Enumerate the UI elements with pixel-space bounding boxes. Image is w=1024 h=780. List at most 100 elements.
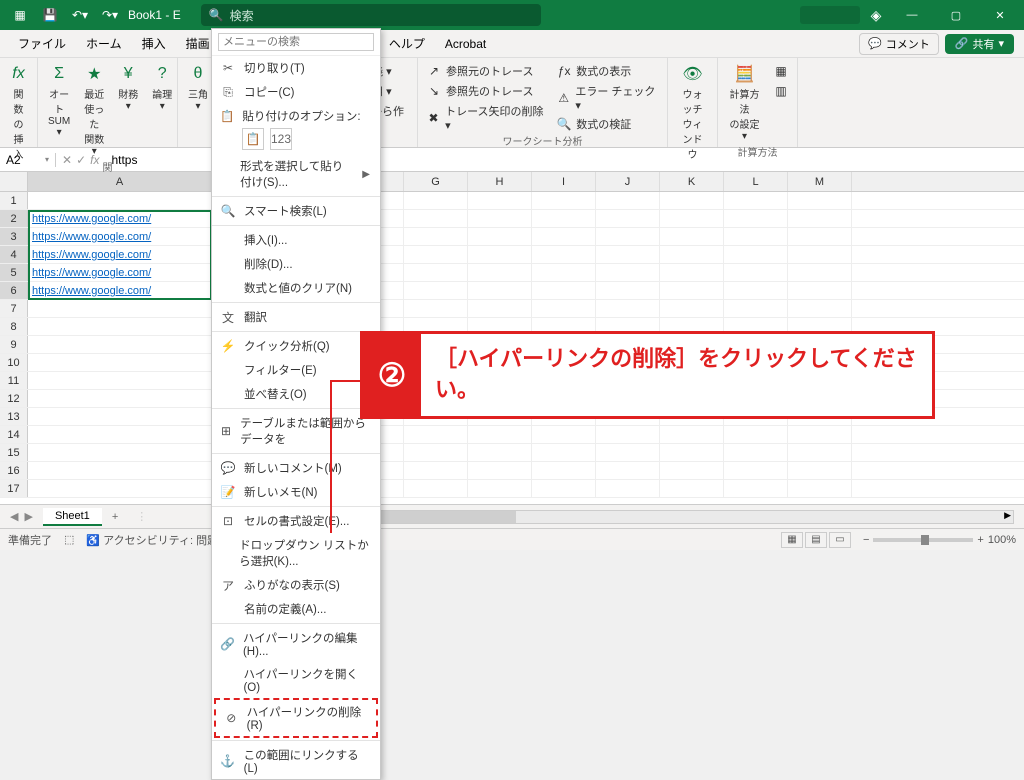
- sheet-tab[interactable]: Sheet1: [43, 508, 102, 526]
- hyperlink[interactable]: https://www.google.com/: [32, 231, 151, 243]
- cell-A11[interactable]: [28, 372, 212, 389]
- cell-A6[interactable]: https://www.google.com/: [28, 282, 212, 299]
- cell[interactable]: [404, 462, 468, 479]
- trace-dependents-button[interactable]: ↘参照先のトレース: [424, 82, 548, 100]
- cell-A7[interactable]: [28, 300, 212, 317]
- cell[interactable]: [788, 300, 852, 317]
- row-header-8[interactable]: 8: [0, 318, 28, 335]
- search-box[interactable]: 🔍 検索: [201, 4, 541, 26]
- maximize-button[interactable]: ▢: [936, 0, 976, 30]
- cell[interactable]: [404, 444, 468, 461]
- cell[interactable]: [596, 192, 660, 209]
- cell-A3[interactable]: https://www.google.com/: [28, 228, 212, 245]
- cell[interactable]: [596, 264, 660, 281]
- row-header-5[interactable]: 5: [0, 264, 28, 281]
- cell[interactable]: [404, 282, 468, 299]
- tab-help[interactable]: ヘルプ: [379, 30, 435, 57]
- minimize-button[interactable]: —: [892, 0, 932, 30]
- cell[interactable]: [468, 246, 532, 263]
- cell[interactable]: [404, 192, 468, 209]
- cell[interactable]: [660, 264, 724, 281]
- cell[interactable]: [724, 264, 788, 281]
- financial-button[interactable]: ¥財務 ▾: [114, 62, 142, 159]
- cell[interactable]: [660, 444, 724, 461]
- cell-A16[interactable]: [28, 462, 212, 479]
- cell[interactable]: [468, 282, 532, 299]
- cell[interactable]: [724, 300, 788, 317]
- scroll-right-icon[interactable]: ▶: [1004, 510, 1011, 521]
- cell[interactable]: [404, 300, 468, 317]
- cell[interactable]: [532, 192, 596, 209]
- sheet-next-icon[interactable]: ▶: [24, 510, 32, 523]
- paste-option-2[interactable]: 123: [270, 128, 292, 150]
- cell[interactable]: [660, 462, 724, 479]
- cell[interactable]: [788, 480, 852, 497]
- cell[interactable]: [788, 426, 852, 443]
- cell-A4[interactable]: https://www.google.com/: [28, 246, 212, 263]
- col-header-M[interactable]: M: [788, 172, 852, 191]
- insert-function-button[interactable]: fx関数の 挿入: [6, 62, 31, 163]
- paste-option-1[interactable]: 📋: [242, 128, 264, 150]
- menu-define-name[interactable]: 名前の定義(A)...: [212, 597, 380, 621]
- row-header-2[interactable]: 2: [0, 210, 28, 227]
- cell[interactable]: [468, 264, 532, 281]
- cell[interactable]: [532, 426, 596, 443]
- menu-clear[interactable]: 数式と値のクリア(N): [212, 276, 380, 300]
- cell[interactable]: [468, 426, 532, 443]
- menu-insert[interactable]: 挿入(I)...: [212, 228, 380, 252]
- evaluate-formula-button[interactable]: 🔍数式の検証: [554, 115, 661, 133]
- cell[interactable]: [468, 228, 532, 245]
- col-header-I[interactable]: I: [532, 172, 596, 191]
- cell[interactable]: [724, 192, 788, 209]
- hyperlink[interactable]: https://www.google.com/: [32, 285, 151, 297]
- cell[interactable]: [724, 480, 788, 497]
- tab-file[interactable]: ファイル: [8, 30, 76, 57]
- row-header-14[interactable]: 14: [0, 426, 28, 443]
- fx-icon[interactable]: fx: [90, 153, 99, 167]
- menu-search-input[interactable]: [218, 33, 374, 51]
- cell[interactable]: [724, 282, 788, 299]
- cell[interactable]: [788, 444, 852, 461]
- autosum-button[interactable]: Σオート SUM ▾: [44, 62, 74, 159]
- col-header-K[interactable]: K: [660, 172, 724, 191]
- col-header-J[interactable]: J: [596, 172, 660, 191]
- menu-smart-lookup[interactable]: 🔍スマート検索(L): [212, 199, 380, 223]
- cell[interactable]: [724, 462, 788, 479]
- row-header-3[interactable]: 3: [0, 228, 28, 245]
- page-layout-view-button[interactable]: ▤: [805, 532, 827, 548]
- cell[interactable]: [596, 228, 660, 245]
- diamond-icon[interactable]: ◈: [864, 3, 888, 27]
- cell-A2[interactable]: https://www.google.com/: [28, 210, 212, 227]
- cell[interactable]: [724, 426, 788, 443]
- calc-now-button[interactable]: ▦: [771, 62, 791, 80]
- trace-precedents-button[interactable]: ↗参照元のトレース: [424, 62, 548, 80]
- menu-phonetic[interactable]: アふりがなの表示(S): [212, 573, 380, 597]
- normal-view-button[interactable]: ▦: [781, 532, 803, 548]
- enter-icon[interactable]: ✓: [76, 153, 86, 167]
- watch-window-button[interactable]: 👁ウォッチ ウィンドウ: [674, 62, 711, 163]
- row-header-16[interactable]: 16: [0, 462, 28, 479]
- cell[interactable]: [468, 210, 532, 227]
- cell[interactable]: [660, 246, 724, 263]
- cell[interactable]: [788, 192, 852, 209]
- cell[interactable]: [404, 480, 468, 497]
- share-button[interactable]: 🔗 共有 ▾: [945, 34, 1014, 54]
- page-break-view-button[interactable]: ▭: [829, 532, 851, 548]
- cell[interactable]: [788, 282, 852, 299]
- menu-edit-hyperlink[interactable]: 🔗ハイパーリンクの編集(H)...: [212, 626, 380, 662]
- menu-translate[interactable]: 文翻訳: [212, 305, 380, 329]
- menu-format-cells[interactable]: ⊡セルの書式設定(E)...: [212, 509, 380, 533]
- row-header-6[interactable]: 6: [0, 282, 28, 299]
- cell[interactable]: [596, 282, 660, 299]
- hyperlink[interactable]: https://www.google.com/: [32, 249, 151, 261]
- hyperlink[interactable]: https://www.google.com/: [32, 267, 151, 279]
- cell[interactable]: [532, 282, 596, 299]
- cell[interactable]: [596, 462, 660, 479]
- cell-A8[interactable]: [28, 318, 212, 335]
- remove-arrows-button[interactable]: ✖トレース矢印の削除 ▾: [424, 102, 548, 133]
- row-header-13[interactable]: 13: [0, 408, 28, 425]
- calc-sheet-button[interactable]: ▥: [771, 82, 791, 100]
- row-header-1[interactable]: 1: [0, 192, 28, 209]
- menu-link-range[interactable]: ⚓この範囲にリンクする(L): [212, 743, 380, 779]
- menu-remove-hyperlink[interactable]: ⊘ハイパーリンクの削除(R): [216, 700, 376, 736]
